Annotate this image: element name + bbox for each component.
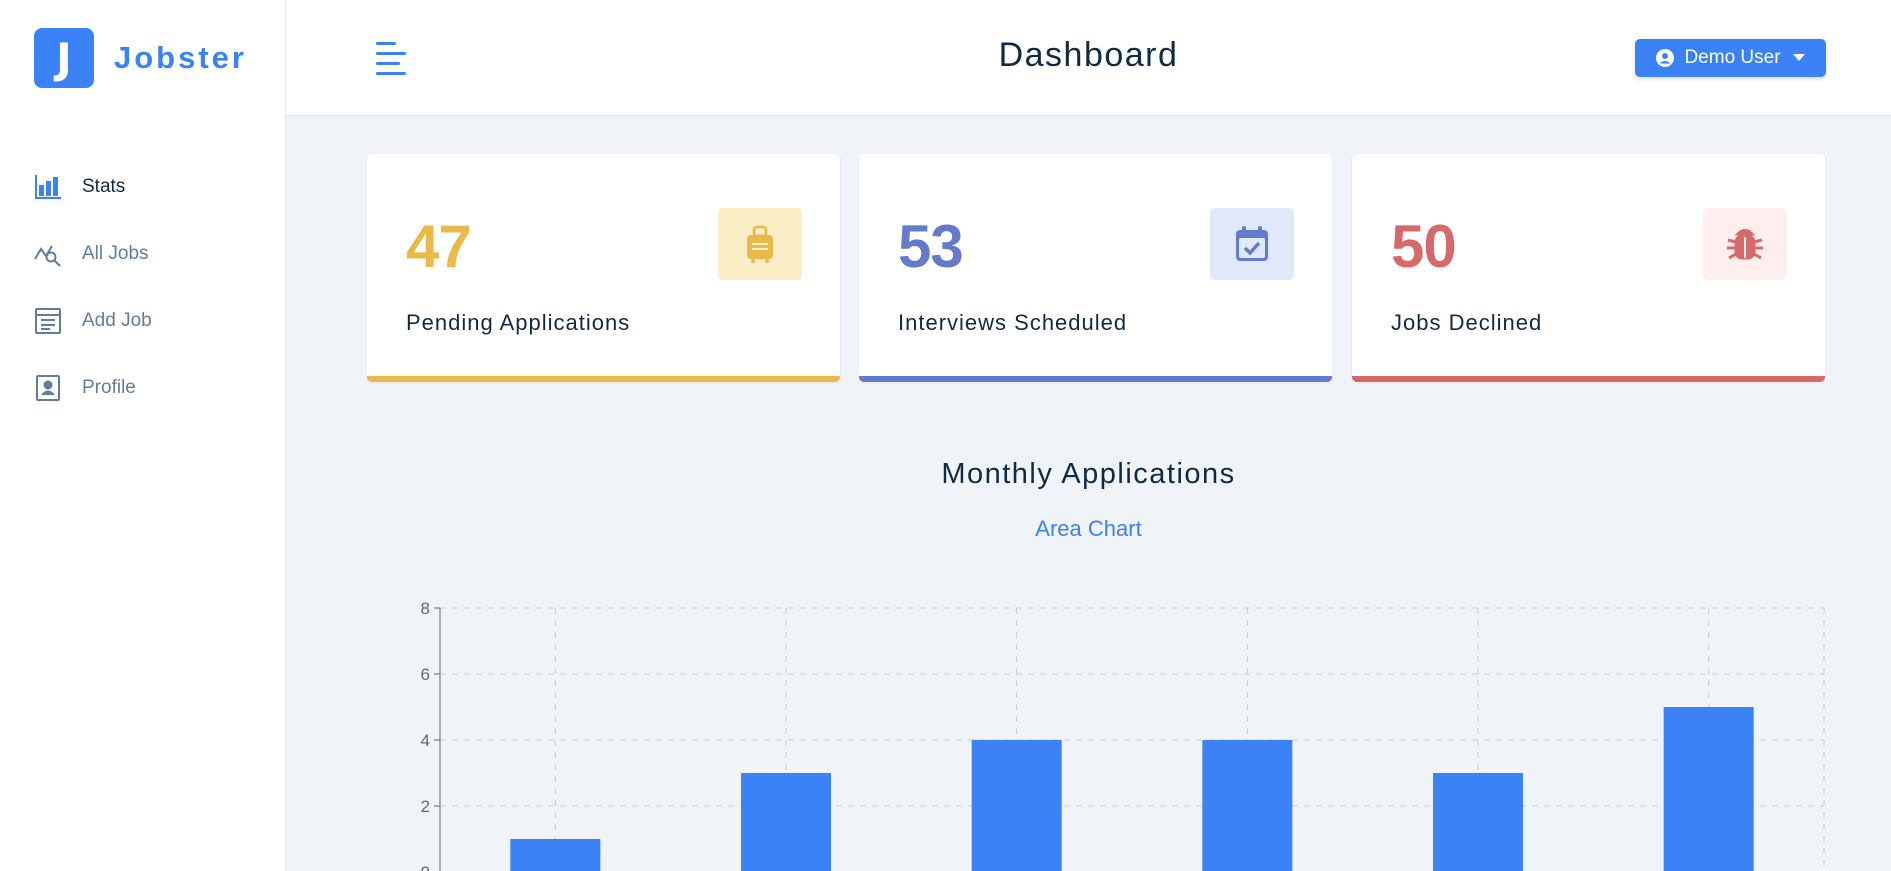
- y-tick-label: 8: [421, 599, 430, 618]
- user-menu-button[interactable]: Demo User: [1635, 39, 1826, 77]
- sidebar-item-label: All Jobs: [82, 243, 149, 264]
- stat-count: 50: [1391, 213, 1457, 280]
- suitcase-icon: [718, 208, 802, 280]
- logo[interactable]: J Jobster: [34, 28, 247, 88]
- sidebar: J Jobster Stats All Jobs Add Job Profile: [0, 0, 286, 871]
- sidebar-item-label: Profile: [82, 377, 136, 398]
- logo-text: Jobster: [114, 40, 247, 75]
- stat-card-interviews: 53 Interviews Scheduled: [859, 154, 1332, 382]
- sidebar-item-profile[interactable]: Profile: [34, 371, 152, 405]
- y-tick-label: 2: [421, 797, 430, 816]
- stat-card-declined: 50 Jobs Declined: [1352, 154, 1825, 382]
- stat-accent-bar: [1352, 376, 1825, 382]
- y-tick-label: 4: [421, 731, 430, 750]
- chart-type-toggle[interactable]: Area Chart: [286, 516, 1891, 542]
- stat-count: 47: [406, 213, 472, 280]
- calendar-check-icon: [1210, 208, 1294, 280]
- stat-accent-bar: [859, 376, 1332, 382]
- chart-type-toggle-label[interactable]: Area Chart: [1035, 516, 1141, 541]
- chart-bar: [741, 773, 831, 871]
- chart-bar: [1433, 773, 1523, 871]
- stat-label: Interviews Scheduled: [898, 310, 1128, 335]
- form-icon: [34, 307, 62, 335]
- chart-title: Monthly Applications: [941, 458, 1236, 490]
- stat-label: Jobs Declined: [1391, 310, 1543, 335]
- sidebar-item-add-job[interactable]: Add Job: [34, 304, 152, 338]
- sidebar-nav: Stats All Jobs Add Job Profile: [34, 170, 152, 438]
- monthly-applications-chart: 0 2 4 6 8: [421, 599, 1825, 871]
- sidebar-item-all-jobs[interactable]: All Jobs: [34, 237, 152, 271]
- stat-accent-bar: [367, 376, 840, 382]
- stat-label: Pending Applications: [406, 310, 631, 335]
- stat-card-pending: 47 Pending Applications: [367, 154, 840, 382]
- sidebar-item-stats[interactable]: Stats: [34, 170, 152, 204]
- chart-bar: [1663, 707, 1754, 871]
- chart-bar: [971, 740, 1062, 871]
- user-menu-label: Demo User: [1684, 47, 1781, 68]
- search-chart-icon: [34, 240, 62, 268]
- top-bar: Dashboard Demo User: [286, 0, 1891, 116]
- chart-bar: [510, 839, 601, 871]
- bug-icon: [1703, 208, 1787, 280]
- chart-bar: [1202, 740, 1293, 871]
- y-tick-label: 0: [421, 863, 430, 871]
- sidebar-item-label: Stats: [82, 176, 126, 197]
- bar-chart-icon: [34, 173, 62, 201]
- user-circle-icon: [1656, 49, 1675, 67]
- id-card-icon: [34, 374, 62, 402]
- y-tick-label: 6: [421, 665, 430, 684]
- logo-mark: J: [34, 28, 94, 88]
- stat-count: 53: [898, 213, 964, 280]
- caret-down-icon: [1792, 54, 1805, 62]
- sidebar-item-label: Add Job: [82, 310, 152, 331]
